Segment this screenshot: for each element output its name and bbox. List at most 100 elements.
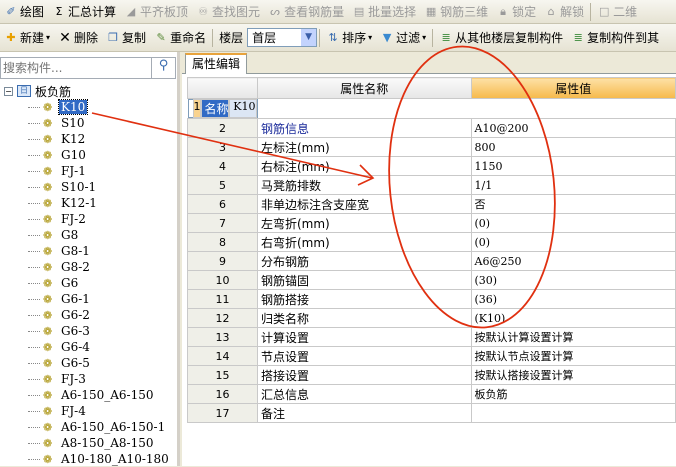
new-button[interactable]: ✚ 新建 ▾ <box>0 27 54 49</box>
tree-item[interactable]: ❁ FJ-2 <box>0 211 178 227</box>
property-value[interactable]: 1150 <box>470 156 676 176</box>
tree-item[interactable]: ❁ A6-150_A6-150-1 <box>0 419 178 435</box>
property-value[interactable]: 否 <box>470 194 676 214</box>
toolbar-button-7[interactable]: 🔒︎ 锁定 <box>492 1 540 23</box>
toolbar-button-4[interactable]: ᔕ 查看钢筋量 <box>264 1 348 23</box>
table-row[interactable]: 1 名称 K10 <box>187 99 258 118</box>
table-row[interactable]: 2 钢筋信息 A10@200 <box>187 118 676 138</box>
column-header-value[interactable]: 属性值 <box>470 77 676 99</box>
tree-item[interactable]: ❁ FJ-4 <box>0 403 178 419</box>
rebar-component-icon: ❁ <box>43 276 53 290</box>
tree-item[interactable]: ❁ G6 <box>0 275 178 291</box>
floor-select[interactable]: 首层 ▼ <box>247 28 318 47</box>
tree-line <box>28 106 40 108</box>
search-input[interactable] <box>1 58 151 78</box>
tree-root[interactable]: − 日 板负筋 <box>0 83 178 99</box>
tree-item[interactable]: ❁ G10 <box>0 147 178 163</box>
copy-to-floor-button[interactable]: ≣ 复制构件到其 <box>567 27 663 49</box>
column-header-name[interactable]: 属性名称 <box>257 77 472 99</box>
property-value[interactable]: A10@200 <box>470 118 676 138</box>
tree-item[interactable]: ❁ FJ-1 <box>0 163 178 179</box>
tree-item[interactable]: ❁ G8-1 <box>0 243 178 259</box>
search-icon[interactable]: ⚲ <box>151 58 175 78</box>
tree-item[interactable]: ❁ G8 <box>0 227 178 243</box>
tab-property-edit[interactable]: 属性编辑 <box>185 53 248 74</box>
tree-line <box>28 410 40 412</box>
property-value[interactable]: 板负筋 <box>470 384 676 404</box>
table-row[interactable]: 15 搭接设置 按默认搭接设置计算 <box>187 365 676 385</box>
row-number: 3 <box>187 137 258 157</box>
table-row[interactable]: 8 右弯折(mm) (0) <box>187 232 676 252</box>
table-row[interactable]: 17 备注 <box>187 403 676 423</box>
filter-button[interactable]: ▼ 过滤 ▾ <box>376 27 430 49</box>
tree-item[interactable]: ❁ K12 <box>0 131 178 147</box>
property-value[interactable]: (0) <box>470 213 676 233</box>
property-value[interactable]: A6@250 <box>470 251 676 271</box>
tree-line <box>28 218 40 220</box>
chevron-down-icon: ▼ <box>301 29 317 46</box>
property-value[interactable]: K10 <box>229 99 257 118</box>
table-row[interactable]: 7 左弯折(mm) (0) <box>187 213 676 233</box>
toolbar-button-9[interactable]: □ 二维 <box>593 1 641 23</box>
property-value[interactable]: 按默认搭接设置计算 <box>470 365 676 385</box>
toolbar-button-8[interactable]: ⌂ 解锁 <box>540 1 588 23</box>
tree-item[interactable]: ❁ A10-180_A10-180 <box>0 451 178 467</box>
floor-label: 楼层 <box>219 31 244 45</box>
tree-line <box>28 250 40 252</box>
copy-from-floor-button[interactable]: ≣ 从其他楼层复制构件 <box>435 27 567 49</box>
toolbar-button-3[interactable]: ♾ 查找图元 <box>192 1 264 23</box>
tree-item[interactable]: ❁ S10 <box>0 115 178 131</box>
tree-item[interactable]: ❁ G6-3 <box>0 323 178 339</box>
rebar-component-icon: ❁ <box>43 164 53 178</box>
tree-item[interactable]: ❁ G8-2 <box>0 259 178 275</box>
divider <box>432 28 434 47</box>
tree-item[interactable]: ❁ G6-2 <box>0 307 178 323</box>
copy-button[interactable]: ❐ 复制 <box>102 27 150 49</box>
collapse-icon[interactable]: − <box>4 86 13 96</box>
table-row[interactable]: 5 马凳筋排数 1/1 <box>187 175 676 195</box>
table-row[interactable]: 11 钢筋搭接 (36) <box>187 289 676 309</box>
table-row[interactable]: 4 右标注(mm) 1150 <box>187 156 676 176</box>
table-row[interactable]: 10 钢筋锚固 (30) <box>187 270 676 290</box>
property-value[interactable] <box>470 403 676 423</box>
toolbar-button-6[interactable]: ▦ 钢筋三维 <box>420 1 492 23</box>
row-number: 4 <box>187 156 258 176</box>
table-row[interactable]: 13 计算设置 按默认计算设置计算 <box>187 327 676 347</box>
delete-button[interactable]: ✕ 删除 <box>54 27 102 49</box>
property-value[interactable]: (K10) <box>470 308 676 328</box>
table-row[interactable]: 9 分布钢筋 A6@250 <box>187 251 676 271</box>
tree-item[interactable]: ❁ A6-150_A6-150 <box>0 387 178 403</box>
tree-item[interactable]: ❁ K12-1 <box>0 195 178 211</box>
corner-header <box>187 77 258 99</box>
divider <box>319 28 321 47</box>
toolbar-button-2[interactable]: ◢ 平齐板顶 <box>120 1 192 23</box>
table-row[interactable]: 3 左标注(mm) 800 <box>187 137 676 157</box>
tree-item[interactable]: ❁ A8-150_A8-150 <box>0 435 178 451</box>
property-value[interactable]: 按默认节点设置计算 <box>470 346 676 366</box>
row-number: 13 <box>187 327 258 347</box>
row-number: 6 <box>187 194 258 214</box>
toolbar-button-1[interactable]: Σ 汇总计算 <box>48 1 120 23</box>
property-value[interactable]: 800 <box>470 137 676 157</box>
table-row[interactable]: 6 非单边标注含支座宽否 <box>187 194 676 214</box>
toolbar-button-5[interactable]: ▤ 批量选择 <box>348 1 420 23</box>
tree-item[interactable]: ❁ FJ-3 <box>0 371 178 387</box>
toolbar-button-0[interactable]: ✐ 绘图 <box>0 1 48 23</box>
rename-button[interactable]: ✎ 重命名 <box>150 27 210 49</box>
table-row[interactable]: 14 节点设置 按默认节点设置计算 <box>187 346 676 366</box>
row-number: 17 <box>187 403 258 423</box>
property-value[interactable]: (30) <box>470 270 676 290</box>
property-value[interactable]: 按默认计算设置计算 <box>470 327 676 347</box>
property-value[interactable]: (36) <box>470 289 676 309</box>
tree-item[interactable]: ❁ G6-1 <box>0 291 178 307</box>
new-icon: ✚ <box>6 30 16 44</box>
table-row[interactable]: 16 汇总信息 板负筋 <box>187 384 676 404</box>
property-value[interactable]: (0) <box>470 232 676 252</box>
tree-item[interactable]: ❁ G6-5 <box>0 355 178 371</box>
tree-item[interactable]: ❁ G6-4 <box>0 339 178 355</box>
sort-button[interactable]: ⇅ 排序 ▾ <box>322 27 376 49</box>
property-value[interactable]: 1/1 <box>470 175 676 195</box>
tree-item[interactable]: ❁ S10-1 <box>0 179 178 195</box>
tree-item[interactable]: ❁ K10 <box>0 99 178 115</box>
table-row[interactable]: 12 归类名称 (K10) <box>187 308 676 328</box>
